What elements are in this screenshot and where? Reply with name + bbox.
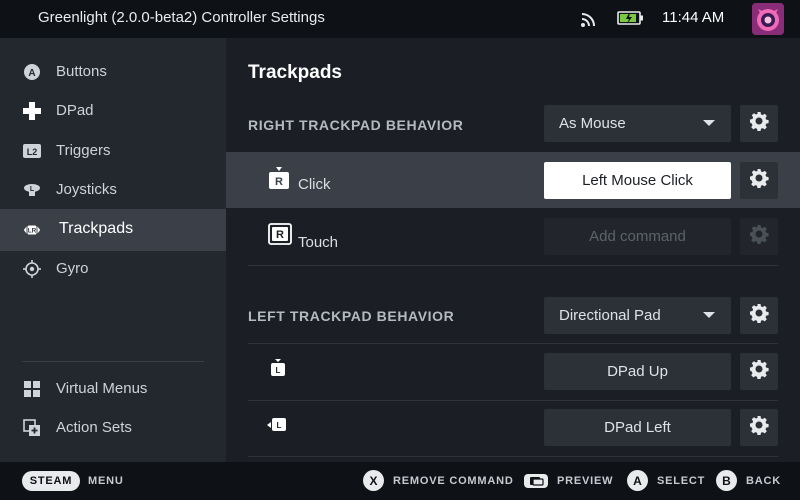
right-trackpad-click-row[interactable]: R Click Left Mouse Click [226,152,800,208]
add-command-button[interactable]: Add command [544,218,731,255]
sidebar-item-action-sets[interactable]: Action Sets [0,408,226,448]
b-button-glyph: B [716,470,737,491]
right-trackpad-header: RIGHT TRACKPAD BEHAVIOR [248,117,464,133]
sidebar-item-gyro[interactable]: Gyro [0,249,226,289]
row-divider [248,456,778,457]
dropdown-value: Directional Pad [559,307,661,324]
steam-button[interactable]: STEAM [22,471,80,491]
wifi-icon [580,10,598,33]
sidebar-item-label: Buttons [56,63,107,80]
chevron-down-icon [703,312,715,318]
left-pad-left-icon: L [266,417,288,438]
bottom-bar: STEAM MENU X REMOVE COMMAND PREVIEW A SE… [0,462,800,500]
menu-hint: MENU [88,475,124,487]
clock: 11:44 AM [662,9,725,26]
joystick-icon: L [22,181,42,199]
sidebar-item-trackpads[interactable]: LR Trackpads [0,209,226,251]
a-button-glyph: A [627,470,648,491]
top-bar: Greenlight (2.0.0-beta2) Controller Sett… [0,0,800,38]
gear-icon [749,168,769,193]
action-sets-icon [22,419,42,437]
gear-icon [749,111,769,136]
svg-text:L: L [276,366,281,375]
svg-text:A: A [28,68,35,79]
sidebar-divider [22,361,204,362]
sidebar-item-buttons[interactable]: A Buttons [0,52,226,92]
right-trackpad-settings-button[interactable] [740,105,778,142]
l2-trigger-icon: L2 [22,142,42,160]
command-settings-button[interactable] [740,218,778,255]
sidebar-item-label: Triggers [56,142,111,159]
left-trackpad-up-row[interactable]: L DPad Up [226,344,800,400]
window-title: Greenlight (2.0.0-beta2) Controller Sett… [38,9,325,26]
a-button-icon: A [22,63,42,81]
page-title: Trackpads [248,62,342,83]
gear-icon [749,415,769,440]
sidebar-item-label: Action Sets [56,419,132,436]
row-label: Touch [298,234,339,251]
left-trackpad-left-row[interactable]: L DPad Left [226,400,800,456]
left-pad-up-icon: L [270,358,286,383]
right-pad-touch-icon: R [268,223,292,250]
left-trackpad-settings-button[interactable] [740,297,778,334]
gyro-icon [22,260,42,278]
grid-icon [22,380,42,398]
right-trackpad-mode-dropdown[interactable]: As Mouse [544,105,731,142]
command-settings-button[interactable] [740,353,778,390]
back-hint[interactable]: BACK [746,475,781,487]
gear-icon [749,224,769,249]
svg-text:LR: LR [28,228,37,235]
command-settings-button[interactable] [740,162,778,199]
sidebar-item-label: Joysticks [56,181,117,198]
gear-icon [749,303,769,328]
preview-hint[interactable]: PREVIEW [557,475,613,487]
row-label: Click [298,176,331,193]
sidebar-item-virtual-menus[interactable]: Virtual Menus [0,369,226,409]
svg-text:R: R [276,229,284,241]
trackpad-icon: LR [22,221,42,239]
row-divider [248,265,778,266]
command-button[interactable]: Left Mouse Click [544,162,731,199]
main-panel: Trackpads RIGHT TRACKPAD BEHAVIOR As Mou… [226,38,800,462]
view-button-icon [524,474,548,488]
svg-text:L: L [30,186,35,193]
svg-text:L: L [277,421,282,430]
sidebar: A Buttons DPad L2 Triggers L Joysticks L… [0,38,226,462]
right-trackpad-touch-row[interactable]: R Touch Add command [226,210,800,266]
chevron-down-icon [703,120,715,126]
command-button[interactable]: DPad Up [544,353,731,390]
dropdown-value: As Mouse [559,115,626,132]
sidebar-item-label: Trackpads [59,220,134,237]
left-trackpad-header: LEFT TRACKPAD BEHAVIOR [248,308,455,324]
svg-text:R: R [275,176,283,188]
sidebar-item-label: DPad [56,102,94,119]
select-hint[interactable]: SELECT [657,475,705,487]
right-pad-click-icon: R [268,166,290,195]
dpad-icon [22,102,42,120]
sidebar-item-label: Gyro [56,260,89,277]
svg-text:L2: L2 [27,147,38,157]
avatar[interactable] [752,3,784,35]
battery-icon [617,9,645,32]
command-button[interactable]: DPad Left [544,409,731,446]
left-trackpad-mode-dropdown[interactable]: Directional Pad [544,297,731,334]
sidebar-item-label: Virtual Menus [56,380,148,397]
sidebar-item-dpad[interactable]: DPad [0,91,226,131]
sidebar-item-triggers[interactable]: L2 Triggers [0,131,226,171]
remove-command-hint[interactable]: REMOVE COMMAND [393,475,514,487]
gear-icon [749,359,769,384]
command-settings-button[interactable] [740,409,778,446]
x-button-glyph: X [363,470,384,491]
sidebar-item-joysticks[interactable]: L Joysticks [0,170,226,210]
